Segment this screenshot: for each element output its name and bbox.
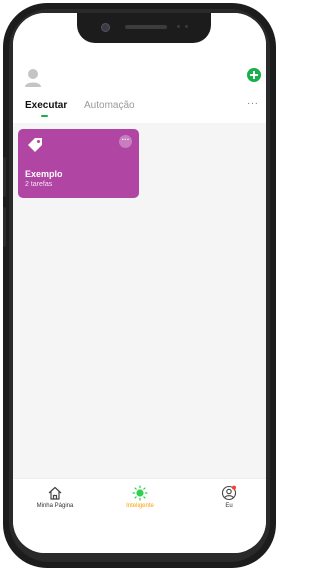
nav-eu[interactable]: Eu [194, 485, 264, 509]
nav-label: Inteligente [126, 503, 154, 509]
scene-menu-button[interactable]: ··· [119, 135, 132, 148]
tag-icon [27, 137, 43, 153]
sensor-dot [177, 25, 180, 28]
scene-card[interactable]: ··· Exemplo 2 tarefas [18, 129, 139, 198]
sensor-dot [185, 25, 188, 28]
scene-name: Exemplo [25, 169, 63, 179]
sun-icon [132, 485, 148, 501]
scene-task-count: 2 tarefas [25, 181, 53, 188]
speaker-grille [125, 25, 167, 29]
home-icon [48, 486, 62, 500]
side-button-mute [3, 157, 6, 197]
nav-inteligente[interactable]: Inteligente [105, 485, 175, 509]
user-avatar-icon[interactable] [24, 68, 42, 88]
nav-minha-pagina[interactable]: Minha Página [20, 485, 90, 509]
user-circle-icon [221, 485, 237, 501]
more-options-button[interactable]: ··· [247, 98, 259, 109]
header: Executar Automação ··· [13, 13, 266, 123]
app-screen: Executar Automação ··· ··· Exemplo 2 tar… [13, 13, 266, 553]
tab-executar[interactable]: Executar [25, 100, 67, 112]
nav-label: Eu [225, 503, 233, 509]
camera-icon [101, 23, 110, 32]
active-tab-indicator [41, 115, 48, 117]
tab-automacao[interactable]: Automação [84, 100, 135, 112]
side-button-volume [3, 207, 6, 247]
bottom-navigation: Minha Página Inteligente Eu [13, 478, 266, 553]
nav-label: Minha Página [36, 503, 74, 509]
notch [77, 13, 211, 43]
add-scene-button[interactable] [247, 68, 261, 82]
